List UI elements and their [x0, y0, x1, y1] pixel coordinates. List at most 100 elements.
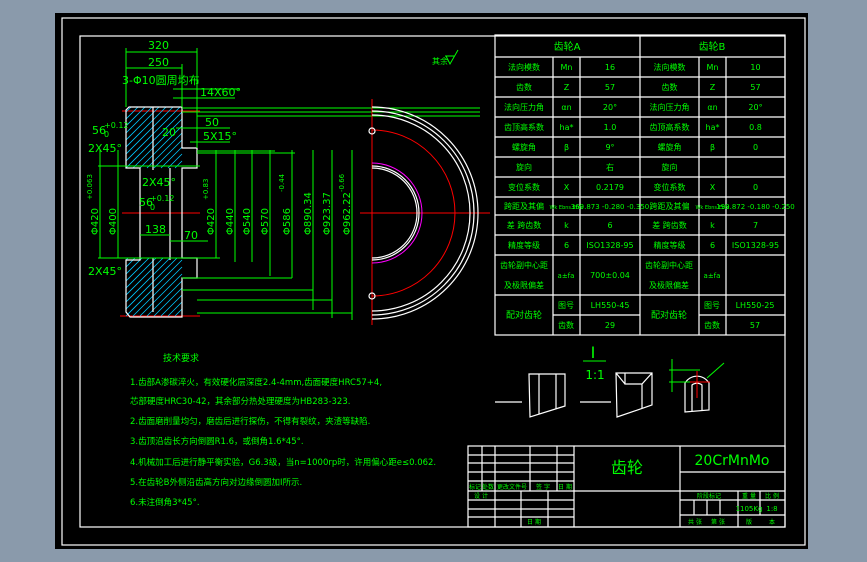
- teeth-b: 57: [750, 321, 760, 330]
- dim-phi540: Φ540: [242, 208, 253, 235]
- dim-chamfer-2x45-b: 2X45°: [142, 176, 176, 189]
- detail-label: I: [591, 343, 596, 362]
- dim-138: 138: [145, 223, 166, 236]
- gear-b-header: 齿轮B: [699, 40, 726, 53]
- requirement-line: 3.齿顶沿齿长方向倒圆R1.6，或倒角1.6*45°.: [130, 436, 304, 447]
- tb-edition: 本: [769, 518, 775, 526]
- table-cell: 20°: [748, 103, 762, 112]
- requirement-line: 4.机械加工后进行静平衡实验，G6.3级，当n=1000rp时，许用偏心距e≤0…: [130, 457, 436, 468]
- tb-design: 设 计: [474, 492, 488, 500]
- dim-chamfer-2x45-a: 2X45°: [88, 142, 122, 155]
- table-cell: 6: [564, 241, 569, 250]
- table-cell: 6: [710, 241, 715, 250]
- dim-phi440: Φ440: [225, 208, 236, 235]
- requirement-line: 2.齿面磨削量均匀，磨齿后进行探伤，不得有裂纹，夹渣等缺陷.: [130, 416, 370, 427]
- dim-320: 320: [148, 39, 169, 52]
- table-cell: β: [564, 143, 569, 152]
- mate-gear-label-a: 配对齿轮: [506, 309, 542, 321]
- drawing-no-b: LH550-25: [736, 301, 775, 310]
- tol-56-mid-low: 0: [150, 203, 155, 212]
- dim-phi400: Φ400: [108, 208, 119, 235]
- roughness-note: 其余: [432, 56, 448, 66]
- table-cell: 法向压力角: [504, 102, 544, 112]
- drawing-canvas[interactable]: 320 250 3-Φ10圆周均布 14X60° 50 5X15° 20 56 …: [0, 0, 867, 562]
- tb-label: 标记: [469, 483, 481, 491]
- table-cell: ha*: [706, 123, 720, 132]
- dim-chamfer-2x45-c: 2X45°: [88, 265, 122, 278]
- table-cell: 199.872 -0.180 -0.250: [716, 203, 795, 211]
- table-cell: 精度等级: [508, 240, 540, 250]
- table-cell: 法向模数: [654, 62, 686, 72]
- dim-250: 250: [148, 56, 169, 69]
- table-cell: 螺旋角: [658, 142, 682, 152]
- table-cell: 右: [606, 162, 614, 172]
- tb-version: 版: [746, 518, 752, 526]
- center-distance-symbol-a: a±fa: [558, 272, 575, 280]
- tb-sheet-no: 第 张: [711, 518, 725, 526]
- table-cell: k: [710, 221, 715, 230]
- drawing-no-label-b: 图号: [704, 301, 720, 310]
- table-cell: 差 跨齿数: [507, 220, 542, 230]
- teeth-a: 29: [605, 321, 615, 330]
- table-cell: X: [564, 183, 570, 192]
- tb-scale-label: 比 例: [765, 492, 779, 500]
- center-distance-label-b: 齿轮副中心距: [645, 260, 693, 270]
- drawing-no-label-a: 图号: [558, 301, 574, 310]
- table-cell: 57: [750, 83, 760, 92]
- table-cell: 齿顶高系数: [650, 122, 690, 132]
- table-cell: X: [710, 183, 716, 192]
- table-cell: 法向压力角: [650, 102, 690, 112]
- dim-holes: 3-Φ10圆周均布: [122, 74, 200, 87]
- center-distance-label-b2: 及极限偏差: [649, 280, 689, 290]
- table-cell: 0: [753, 143, 758, 152]
- tb-date: 日 期: [527, 518, 541, 526]
- table-cell: 法向模数: [508, 62, 540, 72]
- table-cell: Mn: [561, 63, 573, 72]
- table-cell: 齿数: [662, 82, 678, 92]
- detail-scale: 1:1: [585, 368, 604, 382]
- requirement-line: 6.未注倒角3*45°.: [130, 497, 200, 508]
- table-cell: Z: [710, 83, 716, 92]
- tol-56-top: +0.12: [104, 121, 129, 130]
- center-distance-value-a: 700±0.04: [590, 271, 630, 280]
- dim-chamfer-14x60: 14X60°: [200, 86, 241, 99]
- center-distance-symbol-b: a±fa: [704, 272, 721, 280]
- cad-drawing-window: 320 250 3-Φ10圆周均布 14X60° 50 5X15° 20 56 …: [0, 0, 867, 562]
- table-cell: 差 跨齿数: [652, 220, 687, 230]
- tb-label: 处数: [482, 483, 494, 491]
- requirement-line: 芯部硬度HRC30-42，其余部分热处理硬度为HB283-323.: [130, 396, 350, 407]
- dim-phi923: Φ923.37: [322, 192, 333, 235]
- teeth-label-a: 齿数: [558, 320, 574, 330]
- table-cell: Z: [564, 83, 570, 92]
- table-cell: Mn: [707, 63, 719, 72]
- teeth-label-b: 齿数: [704, 320, 720, 330]
- dim-phi890: Φ890.34: [303, 192, 314, 235]
- table-cell: ISO1328-95: [586, 241, 633, 250]
- tb-label: 日 期: [558, 483, 572, 491]
- table-cell: 跨距及其偏: [650, 201, 690, 211]
- table-cell: 0.2179: [596, 183, 624, 192]
- dim-20: 20: [162, 126, 176, 139]
- requirements-title: 技术要求: [163, 352, 199, 364]
- table-cell: k: [564, 221, 569, 230]
- table-cell: 369.873 -0.280 -0.350: [571, 203, 650, 211]
- center-distance-label-a: 齿轮副中心距: [500, 260, 548, 270]
- dim-phi962: Φ962.22: [342, 192, 353, 235]
- table-cell: αn: [561, 103, 571, 112]
- dim-phi570: Φ570: [260, 208, 271, 235]
- dim-chamfer-5x15: 5X15°: [203, 130, 237, 143]
- table-cell: 16: [605, 63, 615, 72]
- table-cell: 跨距及其偏: [504, 201, 544, 211]
- tb-scale: 1:8: [766, 505, 777, 513]
- tol-56-top-low: 0: [104, 130, 109, 139]
- center-distance-label-a2: 及极限偏差: [504, 280, 544, 290]
- table-cell: 精度等级: [654, 240, 686, 250]
- tb-sheets: 共 张: [688, 518, 702, 526]
- table-cell: 变位系数: [508, 182, 540, 192]
- tb-label: 更改文件号: [497, 483, 527, 491]
- dim-phi420-left: Φ420: [90, 208, 101, 235]
- table-cell: 旋向: [662, 162, 678, 172]
- tol-phi420_left: +0.063: [86, 174, 94, 200]
- table-cell: 变位系数: [654, 182, 686, 192]
- tol-phi962: -0.66: [338, 173, 346, 192]
